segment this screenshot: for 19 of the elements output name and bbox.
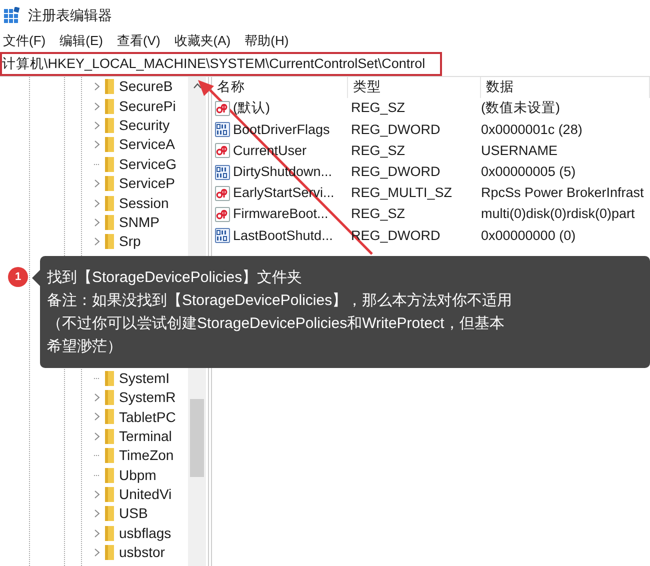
- value-type: REG_SZ: [350, 142, 406, 160]
- value-data: 0x00000000 (0): [481, 226, 577, 245]
- value-data: 0x0000001c (28): [481, 120, 584, 139]
- value-type: REG_SZ: [350, 99, 406, 118]
- value-data: RpcSs Power BrokerInfrast: [481, 184, 645, 202]
- callout-text: 备注：如果没找到【StorageDevicePolicies】，那么本方法对你不适用: [47, 291, 512, 311]
- callout-text: （不过你可以尝试创建StorageDevicePolicies和WriteProtect，但基本: [47, 314, 504, 334]
- value-type: REG_SZ: [350, 205, 406, 224]
- callout-text: 希望渺茫）: [47, 337, 122, 357]
- value-data: 0x00000005 (5): [481, 163, 577, 182]
- value-type: REG_DWORD: [350, 120, 442, 139]
- callout-text: 找到【StorageDevicePolicies】文件夹: [47, 268, 302, 288]
- value-data: USERNAME: [481, 142, 559, 160]
- value-data: multi(0)disk(0)rdisk(0)part: [481, 205, 636, 224]
- step-badge: 1: [8, 267, 28, 287]
- value-type: REG_DWORD: [350, 163, 442, 182]
- window-title: 注册表编辑器: [28, 6, 112, 24]
- value-data: (数值未设置): [481, 99, 561, 118]
- value-type: REG_MULTI_SZ: [350, 184, 454, 202]
